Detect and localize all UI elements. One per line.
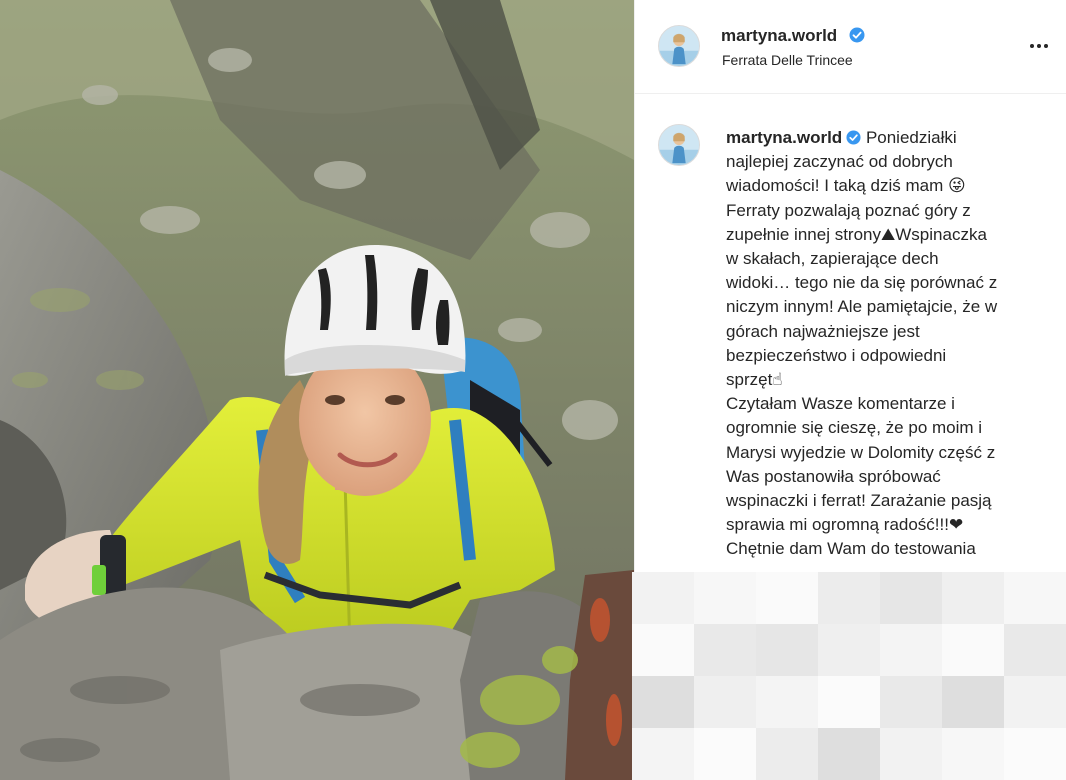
more-options-button[interactable] — [1024, 34, 1054, 58]
caption-line: widoki… tego nie da się porównać z — [726, 273, 998, 293]
post-header: martyna.world Ferrata Delle Trincee — [635, 0, 1066, 94]
post-username[interactable]: martyna.world — [721, 26, 837, 46]
censor-pixel — [942, 624, 1004, 676]
caption-line: w skałach, zapierające dech — [726, 249, 939, 269]
censor-pixel — [942, 676, 1004, 728]
caption-line: bezpieczeństwo i odpowiedni — [726, 345, 947, 365]
avatar-image — [659, 26, 699, 66]
caption-avatar[interactable] — [658, 124, 700, 166]
censor-pixel — [694, 676, 756, 728]
climber-photo — [0, 0, 634, 780]
censor-pixel — [1004, 728, 1066, 780]
censor-pixel — [694, 728, 756, 780]
caption-username[interactable]: martyna.world — [726, 128, 842, 147]
avatar-image — [659, 125, 699, 165]
pixelated-censor-block — [632, 572, 1066, 780]
post-photo[interactable] — [0, 0, 634, 780]
censor-pixel — [1004, 676, 1066, 728]
caption-line: sprzęt☝ — [726, 370, 783, 390]
verified-check-icon — [849, 27, 865, 43]
censor-pixel — [880, 572, 942, 624]
caption-line: wiadomości! I taką dziś mam 😜 — [726, 176, 966, 196]
caption-line: Czytałam Wasze komentarze i — [726, 394, 955, 414]
censor-pixel — [1004, 624, 1066, 676]
censor-pixel — [1004, 572, 1066, 624]
censor-pixel — [632, 676, 694, 728]
censor-pixel — [880, 728, 942, 780]
caption-line: Poniedziałki — [865, 128, 957, 147]
censor-pixel — [756, 676, 818, 728]
caption-line: Chętnie dam Wam do testowania — [726, 539, 976, 559]
caption-line: ogromnie się cieszę, że po moim i — [726, 418, 983, 438]
caption-first-line: martyna.world Poniedziałki — [726, 126, 1046, 150]
caption-line: Marysi wyjedzie w Dolomity część z — [726, 442, 996, 462]
caption-line: wspinaczki i ferrat! Zarażanie pasją — [726, 491, 992, 511]
post-caption: martyna.world Poniedziałki najlepiej zac… — [726, 126, 1046, 562]
caption-line: niczym innym! Ale pamiętajcie, że w — [726, 297, 998, 317]
censor-pixel — [756, 728, 818, 780]
caption-line: zupełnie innej strony⛰Wspinaczka — [726, 224, 987, 244]
more-options-icon — [1037, 44, 1041, 48]
censor-pixel — [942, 572, 1004, 624]
caption-line: sprawia mi ogromną radość!!!❤ — [726, 515, 964, 535]
caption-line: najlepiej zaczynać od dobrych — [726, 152, 953, 172]
censor-pixel — [632, 624, 694, 676]
censor-pixel — [694, 624, 756, 676]
censor-pixel — [818, 728, 880, 780]
more-options-icon — [1030, 44, 1034, 48]
censor-pixel — [818, 676, 880, 728]
censor-pixel — [818, 624, 880, 676]
caption-line: górach najważniejsze jest — [726, 321, 920, 341]
verified-check-icon — [846, 130, 861, 145]
censor-pixel — [756, 624, 818, 676]
censor-pixel — [694, 572, 756, 624]
censor-pixel — [880, 624, 942, 676]
censor-pixel — [880, 676, 942, 728]
censor-pixel — [632, 728, 694, 780]
censor-pixel — [942, 728, 1004, 780]
censor-pixel — [756, 572, 818, 624]
caption-line: Was postanowiła spróbować — [726, 466, 941, 486]
caption-line: Ferraty pozwalają poznać góry z — [726, 200, 971, 220]
censor-pixel — [632, 572, 694, 624]
more-options-icon — [1044, 44, 1048, 48]
censor-pixel — [818, 572, 880, 624]
post-location[interactable]: Ferrata Delle Trincee — [722, 52, 853, 68]
avatar[interactable] — [658, 25, 700, 67]
